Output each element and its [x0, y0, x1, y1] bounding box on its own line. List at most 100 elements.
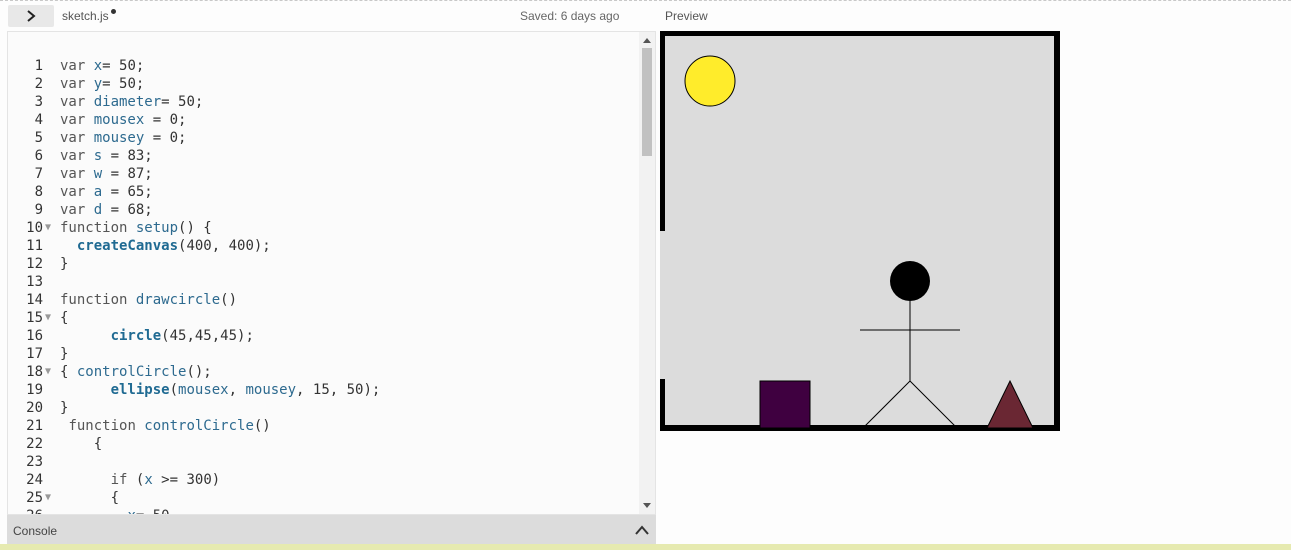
code-line[interactable]: 22 { [8, 435, 639, 453]
code-editor[interactable]: 1 var x= 50; 2 var y= 50; 3 var diameter= 50;… [7, 31, 656, 515]
code-text: var mousex = 0; [60, 111, 186, 129]
code-line[interactable]: 3 var diameter= 50; [8, 93, 639, 111]
code-token: var [60, 76, 94, 92]
toggle-sidebar-button[interactable] [8, 5, 54, 27]
code-token: s [93, 148, 103, 164]
fold-gutter [43, 471, 60, 489]
fold-arrow-icon[interactable]: ▼ [43, 489, 60, 507]
code-line[interactable]: 16 circle(45,45,45); [8, 327, 639, 345]
code-line[interactable]: 1 var x= 50; [8, 57, 639, 75]
code-line[interactable]: 13 [8, 273, 639, 291]
code-line[interactable]: 9 var d = 68; [8, 201, 639, 219]
fold-gutter [43, 453, 60, 471]
scroll-down-icon[interactable] [643, 503, 651, 508]
code-token: = 87; [102, 166, 153, 182]
unsaved-dot-icon [110, 9, 116, 14]
scroll-up-icon[interactable] [643, 38, 651, 43]
frame-right [1054, 31, 1060, 431]
code-line[interactable]: 10 ▼ function setup() { [8, 219, 639, 237]
code-token: if [110, 472, 136, 488]
line-number: 2 [34, 76, 43, 92]
line-number: 15 [26, 310, 43, 326]
code-text: { controlCircle(); [60, 363, 212, 381]
sun-circle [684, 55, 736, 107]
code-line[interactable]: 7 var w = 87; [8, 165, 639, 183]
code-text: var diameter= 50; [60, 93, 203, 111]
line-number: 11 [26, 238, 43, 254]
code-text: var w = 87; [60, 165, 153, 183]
code-line[interactable]: 18 ▼{ controlCircle(); [8, 363, 639, 381]
code-text: { [60, 435, 102, 453]
fold-gutter [43, 111, 60, 129]
bottom-status-strip [0, 544, 1291, 550]
code-token: ellipse [110, 382, 170, 398]
code-line[interactable]: 4 var mousex = 0; [8, 111, 639, 129]
code-token: ( [169, 382, 179, 398]
code-line[interactable]: 14 function drawcircle() [8, 291, 639, 309]
code-line[interactable]: 24 if (x >= 300) [8, 471, 639, 489]
fold-gutter [43, 93, 60, 111]
code-token: = 50; [102, 76, 145, 92]
code-text: function setup() { [60, 219, 212, 237]
code-text: var y= 50; [60, 75, 144, 93]
code-line[interactable]: 5 var mousey = 0; [8, 129, 639, 147]
console-bar[interactable]: Console [7, 515, 656, 545]
frame-left-upper [660, 31, 665, 231]
code-line[interactable]: 25 ▼ { [8, 489, 639, 507]
code-token: function [60, 292, 136, 308]
code-text: createCanvas(400, 400); [60, 237, 271, 255]
code-text: { [60, 309, 68, 327]
code-line[interactable]: 6 var s = 83; [8, 147, 639, 165]
code-line[interactable]: 26 x= 50 [8, 507, 639, 514]
fold-arrow-icon[interactable]: ▼ [43, 363, 60, 381]
code-line[interactable]: 23 [8, 453, 639, 471]
code-token: controlCircle [144, 418, 254, 434]
fold-gutter [43, 507, 60, 514]
code-text: if (x >= 300) [60, 471, 221, 489]
code-token: var [60, 94, 94, 110]
code-lines[interactable]: 1 var x= 50; 2 var y= 50; 3 var diameter= 50;… [8, 57, 639, 514]
scroll-thumb[interactable] [642, 48, 652, 156]
code-text: var x= 50; [60, 57, 144, 75]
code-token: createCanvas [76, 238, 179, 254]
fold-gutter [43, 435, 60, 453]
code-line[interactable]: 19 ellipse(mousex, mousey, 15, 50); [8, 381, 639, 399]
line-number: 21 [26, 418, 43, 434]
file-tab[interactable]: sketch.js [62, 9, 116, 23]
code-token: function [60, 220, 136, 236]
code-text: x= 50 [60, 507, 169, 514]
code-text: } [60, 255, 68, 273]
code-token: w [93, 166, 103, 182]
chevron-up-icon[interactable] [634, 523, 650, 537]
line-number: 23 [26, 454, 43, 470]
line-number: 1 [34, 58, 43, 74]
line-number: 19 [26, 382, 43, 398]
code-line[interactable]: 17} [8, 345, 639, 363]
fold-gutter [43, 129, 60, 147]
code-text: } [60, 345, 68, 363]
fold-gutter [43, 255, 60, 273]
frame-left-lower [660, 379, 665, 431]
editor-scrollbar[interactable] [639, 32, 655, 514]
code-line[interactable]: 11 createCanvas(400, 400); [8, 237, 639, 255]
line-number: 7 [34, 166, 43, 182]
sketch-preview-canvas[interactable] [660, 31, 1060, 431]
fold-gutter [43, 291, 60, 309]
code-line[interactable]: 12} [8, 255, 639, 273]
code-line[interactable]: 20} [8, 399, 639, 417]
code-line[interactable]: 21 function controlCircle() [8, 417, 639, 435]
fold-gutter [43, 57, 60, 75]
code-line[interactable]: 15 ▼{ [8, 309, 639, 327]
code-token: } [60, 346, 69, 362]
code-text: var s = 83; [60, 147, 153, 165]
fold-arrow-icon[interactable]: ▼ [43, 309, 60, 327]
code-line[interactable]: 8 var a = 65; [8, 183, 639, 201]
code-line[interactable]: 2 var y= 50; [8, 75, 639, 93]
line-number: 22 [26, 436, 43, 452]
line-number: 17 [26, 346, 43, 362]
top-divider [0, 0, 1291, 2]
fold-arrow-icon[interactable]: ▼ [43, 219, 60, 237]
